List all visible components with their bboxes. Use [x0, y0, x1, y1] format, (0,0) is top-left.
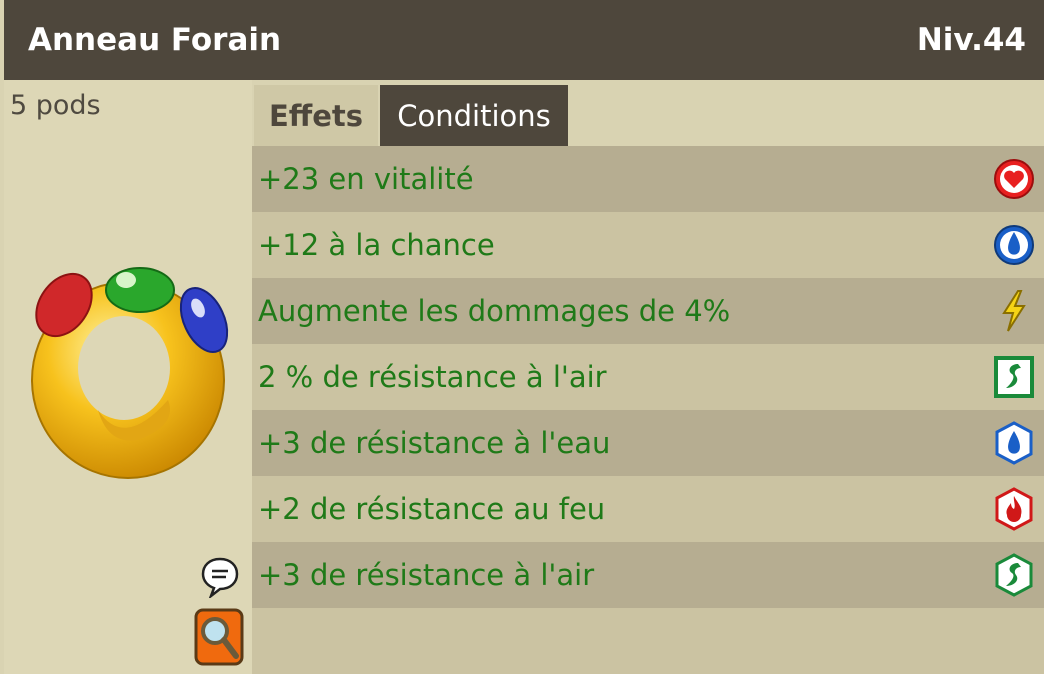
effect-text: +12 à la chance	[258, 228, 495, 262]
speech-bubble-icon[interactable]	[200, 556, 240, 598]
effect-row: +12 à la chance	[252, 212, 1044, 278]
heart-icon	[994, 159, 1034, 199]
air-hex-icon	[995, 553, 1033, 597]
item-weight: 5 pods	[10, 90, 101, 121]
tab-conditions[interactable]: Conditions	[380, 85, 568, 147]
item-header: Anneau Forain Niv.44	[4, 0, 1044, 80]
effect-row: 2 % de résistance à l'air	[252, 344, 1044, 410]
item-name: Anneau Forain	[28, 22, 282, 58]
effect-text: 2 % de résistance à l'air	[258, 360, 607, 394]
effects-empty-area	[252, 608, 1044, 674]
air-square-icon	[994, 356, 1034, 398]
water-drop-icon	[994, 225, 1034, 265]
effects-list: +23 en vitalité +12 à la chance Augmente…	[252, 146, 1044, 608]
magnifier-icon[interactable]	[194, 608, 244, 666]
water-hex-icon	[995, 421, 1033, 465]
effect-text: +2 de résistance au feu	[258, 492, 606, 526]
fire-hex-icon	[995, 487, 1033, 531]
effect-text: +3 de résistance à l'eau	[258, 426, 611, 460]
ring-icon	[31, 267, 229, 479]
effect-text: +3 de résistance à l'air	[258, 558, 595, 592]
item-preview-panel: 5 pods	[4, 80, 252, 674]
effect-text: Augmente les dommages de 4%	[258, 294, 731, 328]
tab-effects[interactable]: Effets	[254, 85, 378, 147]
effect-row: +3 de résistance à l'air	[252, 542, 1044, 608]
item-details-panel: Effets Conditions +23 en vitalité +12 à …	[252, 80, 1044, 674]
effect-text: +23 en vitalité	[258, 162, 474, 196]
item-level: Niv.44	[916, 22, 1026, 58]
effect-row: +2 de résistance au feu	[252, 476, 1044, 542]
effect-row: Augmente les dommages de 4%	[252, 278, 1044, 344]
effect-row: +3 de résistance à l'eau	[252, 410, 1044, 476]
lightning-icon	[1002, 290, 1026, 332]
effect-row: +23 en vitalité	[252, 146, 1044, 212]
